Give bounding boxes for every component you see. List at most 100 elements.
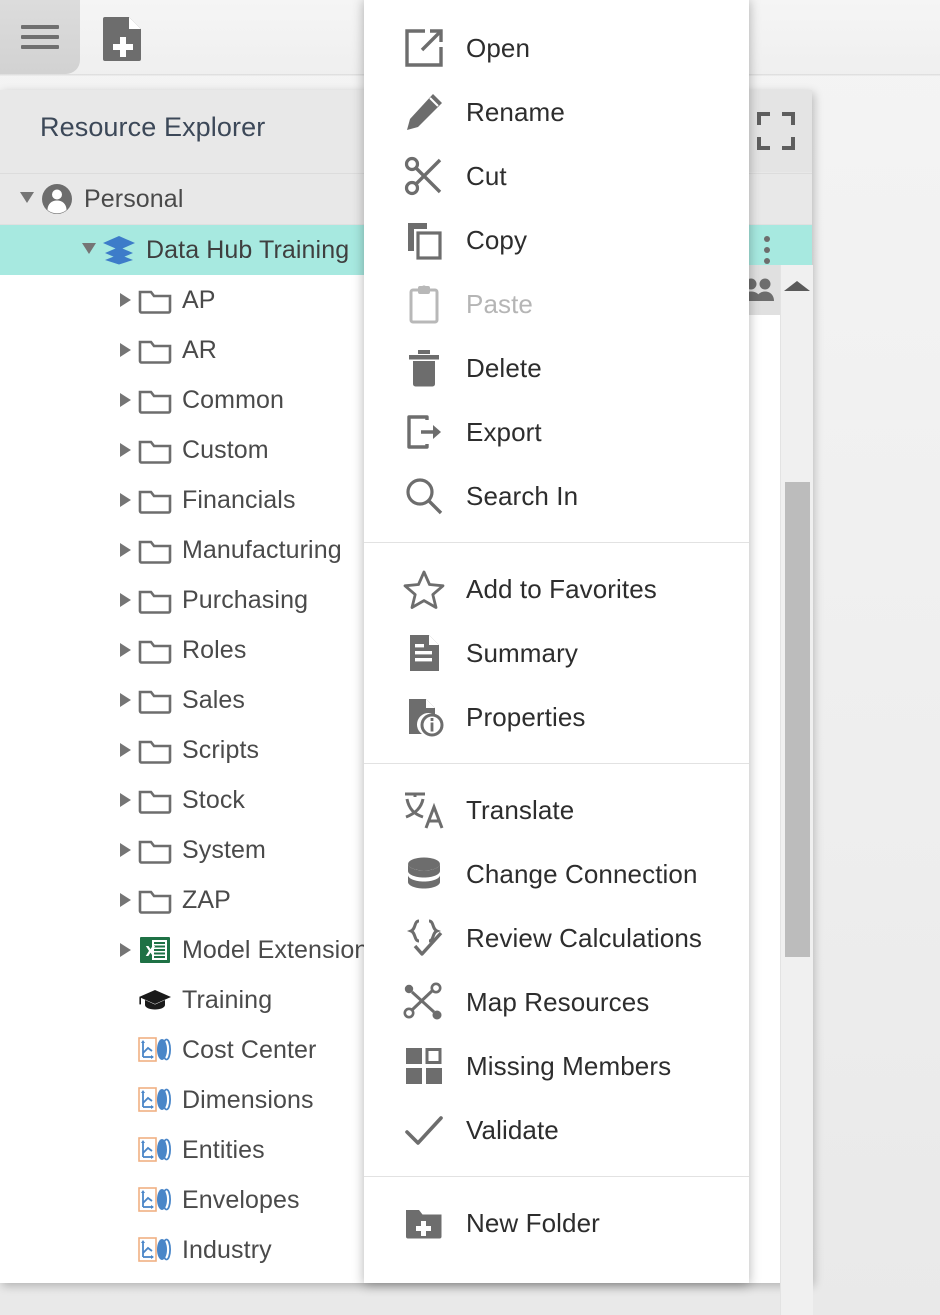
summary-icon — [402, 631, 446, 675]
tree-expand-toggle-closed[interactable] — [112, 437, 138, 463]
menu-item-export[interactable]: Export — [364, 400, 749, 464]
tree-item-label: Custom — [182, 436, 269, 465]
menu-item-validate[interactable]: Validate — [364, 1098, 749, 1162]
menu-item-new-folder[interactable]: New Folder — [364, 1191, 749, 1255]
scroll-up-button[interactable] — [781, 271, 813, 301]
menu-separator — [364, 1176, 749, 1177]
tree-item-label: Stock — [182, 786, 245, 815]
folder-icon — [138, 533, 172, 567]
tree-item-label: Entities — [182, 1136, 265, 1165]
calculations-icon — [402, 916, 446, 960]
tree-item-label: Dimensions — [182, 1086, 314, 1115]
hamburger-menu-icon — [21, 25, 59, 50]
tree-item-label: Common — [182, 386, 284, 415]
menu-item-translate[interactable]: Translate — [364, 778, 749, 842]
expand-icon — [757, 112, 795, 150]
new-document-button[interactable] — [100, 14, 146, 62]
hamburger-menu-button[interactable] — [0, 0, 80, 74]
tree-item-label: Sales — [182, 686, 245, 715]
folder-icon — [138, 583, 172, 617]
properties-icon — [402, 695, 446, 739]
menu-item-open[interactable]: Open — [364, 16, 749, 80]
graduation-icon — [138, 983, 172, 1017]
user-icon — [40, 182, 74, 216]
dimension-icon — [138, 1033, 172, 1067]
excel-icon: X — [138, 933, 172, 967]
open-external-icon — [402, 26, 446, 70]
menu-item-review-calculations[interactable]: Review Calculations — [364, 906, 749, 970]
tree-item-label: ZAP — [182, 886, 231, 915]
expand-button[interactable] — [740, 90, 812, 172]
context-menu: Open RenameCut Copy Paste Delete Export Search… — [364, 0, 749, 1283]
tree-item-label: Purchasing — [182, 586, 308, 615]
menu-item-copy[interactable]: Copy — [364, 208, 749, 272]
menu-item-properties[interactable]: Properties — [364, 685, 749, 749]
menu-item-label: Export — [466, 417, 542, 448]
scrollbar-thumb[interactable] — [785, 482, 810, 957]
layers-icon — [102, 233, 136, 267]
tree-expand-toggle-closed[interactable] — [112, 387, 138, 413]
trash-icon — [402, 346, 446, 390]
tree-twisty-placeholder — [112, 1087, 138, 1113]
menu-item-label: Translate — [466, 795, 574, 826]
menu-item-summary[interactable]: Summary — [364, 621, 749, 685]
folder-icon — [138, 633, 172, 667]
pencil-icon — [402, 90, 446, 134]
svg-text:X: X — [146, 945, 156, 960]
menu-item-map-resources[interactable]: Map Resources — [364, 970, 749, 1034]
grid-squares-icon — [402, 1044, 446, 1088]
tree-expand-toggle-open[interactable] — [14, 186, 40, 212]
tree-expand-toggle-closed[interactable] — [112, 737, 138, 763]
menu-item-label: Missing Members — [466, 1051, 671, 1082]
dimension-icon — [138, 1183, 172, 1217]
tree-expand-toggle-closed[interactable] — [112, 837, 138, 863]
menu-item-missing-members[interactable]: Missing Members — [364, 1034, 749, 1098]
tree-expand-toggle-closed[interactable] — [112, 587, 138, 613]
menu-item-label: Open — [466, 33, 530, 64]
tree-item-label: Roles — [182, 636, 246, 665]
tree-item-label: System — [182, 836, 266, 865]
menu-item-add-to-favorites[interactable]: Add to Favorites — [364, 557, 749, 621]
tree-vertical-scrollbar[interactable] — [780, 265, 813, 1315]
menu-item-search-in[interactable]: Search In — [364, 464, 749, 528]
tree-item-label: AR — [182, 336, 217, 365]
database-icon — [402, 852, 446, 896]
tree-expand-toggle-closed[interactable] — [112, 887, 138, 913]
menu-item-rename[interactable]: Rename — [364, 80, 749, 144]
tree-expand-toggle-closed[interactable] — [112, 537, 138, 563]
tree-twisty-placeholder — [112, 987, 138, 1013]
tree-item-label: AP — [182, 286, 216, 315]
tree-expand-toggle-closed[interactable] — [112, 937, 138, 963]
tree-expand-toggle-closed[interactable] — [112, 637, 138, 663]
tree-expand-toggle-closed[interactable] — [112, 337, 138, 363]
menu-separator — [364, 542, 749, 543]
folder-icon — [138, 483, 172, 517]
translate-icon — [402, 788, 446, 832]
tree-expand-toggle-closed[interactable] — [112, 487, 138, 513]
folder-icon — [138, 283, 172, 317]
menu-item-label: Summary — [466, 638, 578, 669]
menu-item-cut[interactable]: Cut — [364, 144, 749, 208]
folder-icon — [138, 733, 172, 767]
page-title: Resource Explorer — [40, 112, 265, 143]
tree-expand-toggle-open[interactable] — [76, 237, 102, 263]
menu-item-label: Validate — [466, 1115, 559, 1146]
menu-item-change-connection[interactable]: Change Connection — [364, 842, 749, 906]
menu-item-label: New Folder — [466, 1208, 600, 1239]
tree-expand-toggle-closed[interactable] — [112, 687, 138, 713]
tree-item-label: Model Extensions — [182, 936, 381, 965]
tree-item-label: Training — [182, 986, 272, 1015]
map-nodes-icon — [402, 980, 446, 1024]
menu-item-label: Add to Favorites — [466, 574, 657, 605]
menu-item-label: Paste — [466, 289, 533, 320]
app-root: Resource Explorer PersonalData Hub Train… — [0, 0, 940, 1315]
menu-item-label: Copy — [466, 225, 527, 256]
menu-item-label: Map Resources — [466, 987, 649, 1018]
tree-expand-toggle-closed[interactable] — [112, 787, 138, 813]
folder-icon — [138, 683, 172, 717]
tree-expand-toggle-closed[interactable] — [112, 287, 138, 313]
folder-icon — [138, 333, 172, 367]
folder-icon — [138, 383, 172, 417]
menu-item-delete[interactable]: Delete — [364, 336, 749, 400]
tree-twisty-placeholder — [112, 1237, 138, 1263]
